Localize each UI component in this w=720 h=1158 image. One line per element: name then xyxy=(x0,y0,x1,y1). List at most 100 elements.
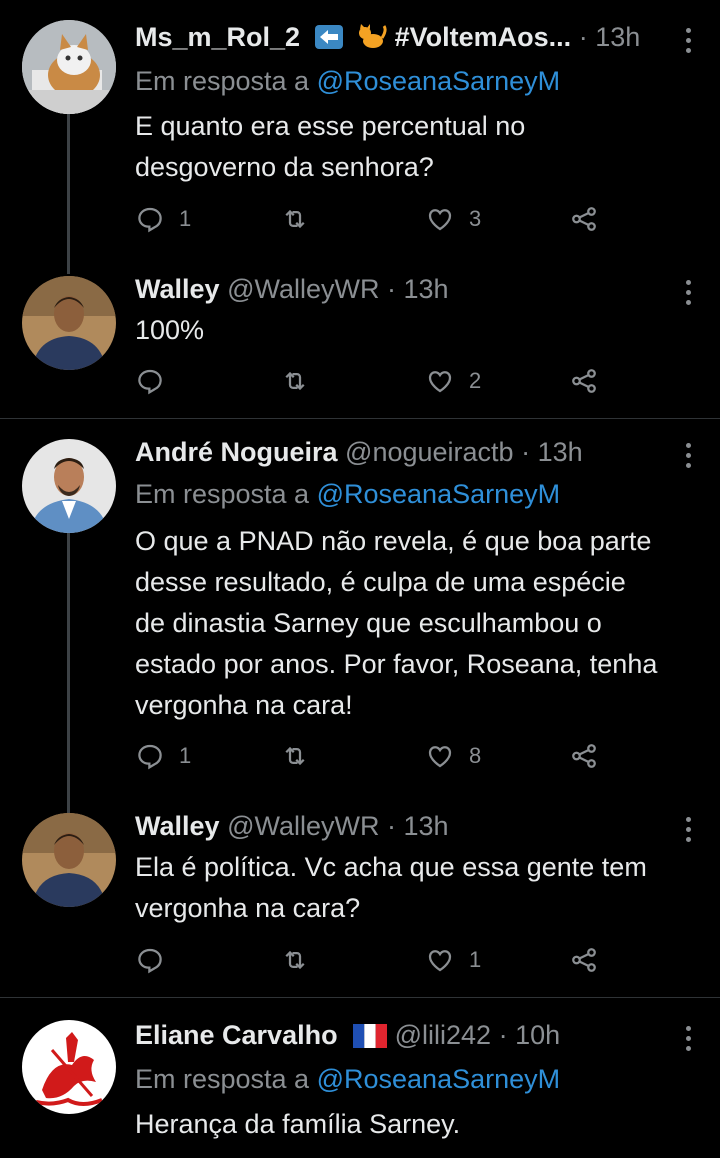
tweet-actions: 1 xyxy=(135,945,615,979)
tweet-header: Eliane Carvalho @lili242 · 10h xyxy=(135,1018,660,1052)
more-options-icon[interactable] xyxy=(684,280,692,305)
left-arrow-emoji-icon xyxy=(314,25,343,49)
separator: · xyxy=(386,274,396,304)
tweet-actions: 1 3 xyxy=(135,204,615,238)
timestamp[interactable]: 13h xyxy=(404,811,449,841)
reply-prefix: Em resposta a xyxy=(135,1064,310,1094)
author-name[interactable]: Eliane Carvalho xyxy=(135,1020,338,1050)
reply-count: 1 xyxy=(179,206,192,231)
author-handle[interactable]: @WalleyWR xyxy=(227,274,379,304)
avatar[interactable] xyxy=(22,1020,116,1114)
like-count: 8 xyxy=(469,743,482,768)
retweet-button[interactable] xyxy=(280,204,310,234)
tweet-text: O que a PNAD não revela, é que boa parte… xyxy=(135,521,700,726)
tweet[interactable]: Walley @WalleyWR · 13h Ela é política. V… xyxy=(0,799,720,996)
tweet-header: Walley @WalleyWR · 13h xyxy=(135,809,660,843)
timestamp[interactable]: 10h xyxy=(515,1020,560,1050)
like-button[interactable]: 3 xyxy=(425,204,481,234)
heart-icon xyxy=(428,746,452,768)
tweet-text: Herança da família Sarney. xyxy=(135,1104,700,1145)
avatar[interactable] xyxy=(22,439,116,533)
like-button[interactable]: 1 xyxy=(425,945,481,975)
share-button[interactable] xyxy=(569,204,599,234)
separator: · xyxy=(386,811,396,841)
man-avatar-icon xyxy=(22,276,116,370)
tweet-text: E quanto era esse percentual no desgover… xyxy=(135,106,700,188)
reply-button[interactable] xyxy=(135,366,179,396)
tweet-header: Walley @WalleyWR · 13h xyxy=(135,272,660,306)
reply-mention-link[interactable]: @RoseanaSarneyM xyxy=(317,1064,561,1094)
tweet-text-line: vergonha na cara! xyxy=(135,690,353,720)
like-button[interactable]: 8 xyxy=(425,741,481,771)
thread-line xyxy=(67,531,70,813)
retweet-button[interactable] xyxy=(280,366,310,396)
tweet-text-line: estado por anos. Por favor, Roseana, ten… xyxy=(135,649,658,679)
reply-icon xyxy=(138,369,162,395)
more-options-icon[interactable] xyxy=(684,817,692,842)
thread-line xyxy=(67,112,70,274)
reply-icon xyxy=(138,948,162,974)
tweet-text-line: vergonha na cara? xyxy=(135,893,361,923)
retweet-icon xyxy=(285,746,305,766)
reply-icon xyxy=(138,744,162,770)
france-flag-icon xyxy=(353,1024,388,1048)
reply-icon xyxy=(138,207,162,233)
timestamp[interactable]: 13h xyxy=(595,22,640,52)
tweet-text-line: de dinastia Sarney que esculhambou o xyxy=(135,608,602,638)
man-avatar-icon xyxy=(22,813,116,907)
share-button[interactable] xyxy=(569,741,599,771)
reply-mention-link[interactable]: @RoseanaSarneyM xyxy=(317,66,561,96)
saint-george-avatar-icon xyxy=(22,1020,116,1114)
separator: · xyxy=(498,1020,508,1050)
timestamp[interactable]: 13h xyxy=(404,274,449,304)
tweet[interactable]: Eliane Carvalho @lili242 · 10h Em respos… xyxy=(0,998,720,1158)
reply-context: Em resposta a @RoseanaSarneyM xyxy=(135,64,560,98)
reply-button[interactable] xyxy=(135,945,179,975)
tweet-text: 100% xyxy=(135,310,700,351)
like-count: 2 xyxy=(469,368,482,393)
more-options-icon[interactable] xyxy=(684,1026,692,1051)
separator: · xyxy=(521,437,531,467)
author-handle[interactable]: @lili242 xyxy=(395,1020,491,1050)
cat-avatar-icon xyxy=(22,20,116,114)
retweet-icon xyxy=(285,950,305,970)
reply-button[interactable]: 1 xyxy=(135,741,191,771)
share-icon xyxy=(572,369,596,393)
more-options-icon[interactable] xyxy=(684,28,692,53)
share-icon xyxy=(572,948,596,972)
tweet[interactable]: Ms_m_Rol_2 #VoltemAos... · 13h Em respos… xyxy=(0,0,720,274)
avatar[interactable] xyxy=(22,20,116,114)
author-name[interactable]: André Nogueira xyxy=(135,437,338,467)
tweet-text-line: Herança da família Sarney. xyxy=(135,1109,461,1139)
tweet-text-line: 100% xyxy=(135,315,205,345)
like-count: 3 xyxy=(469,206,482,231)
reply-button[interactable]: 1 xyxy=(135,204,191,234)
timestamp[interactable]: 13h xyxy=(538,437,583,467)
like-count: 1 xyxy=(469,947,482,972)
reply-prefix: Em resposta a xyxy=(135,479,310,509)
retweet-button[interactable] xyxy=(280,741,310,771)
share-button[interactable] xyxy=(569,945,599,975)
author-handle[interactable]: @nogueiractb xyxy=(345,437,514,467)
share-icon xyxy=(572,744,596,768)
tweet-text: Ela é política. Vc acha que essa gente t… xyxy=(135,847,700,929)
avatar[interactable] xyxy=(22,276,116,370)
reply-mention-link[interactable]: @RoseanaSarneyM xyxy=(317,479,561,509)
cat-emoji-icon xyxy=(359,24,387,48)
author-name[interactable]: Walley xyxy=(135,274,220,304)
author-name[interactable]: Walley xyxy=(135,811,220,841)
tweet-text-line: E quanto era esse percentual no xyxy=(135,111,526,141)
separator: · xyxy=(578,22,588,52)
author-name[interactable]: Ms_m_Rol_2 xyxy=(135,22,300,52)
like-button[interactable]: 2 xyxy=(425,366,481,396)
heart-icon xyxy=(428,950,452,972)
avatar[interactable] xyxy=(22,813,116,907)
tweet-text-line: desgoverno da senhora? xyxy=(135,152,434,182)
reply-context: Em resposta a @RoseanaSarneyM xyxy=(135,1062,560,1096)
more-options-icon[interactable] xyxy=(684,443,692,468)
share-button[interactable] xyxy=(569,366,599,396)
tweet[interactable]: Walley @WalleyWR · 13h 100% 2 xyxy=(0,262,720,417)
author-handle[interactable]: @WalleyWR xyxy=(227,811,379,841)
tweet[interactable]: André Nogueira @nogueiractb · 13h Em res… xyxy=(0,419,720,813)
retweet-button[interactable] xyxy=(280,945,310,975)
